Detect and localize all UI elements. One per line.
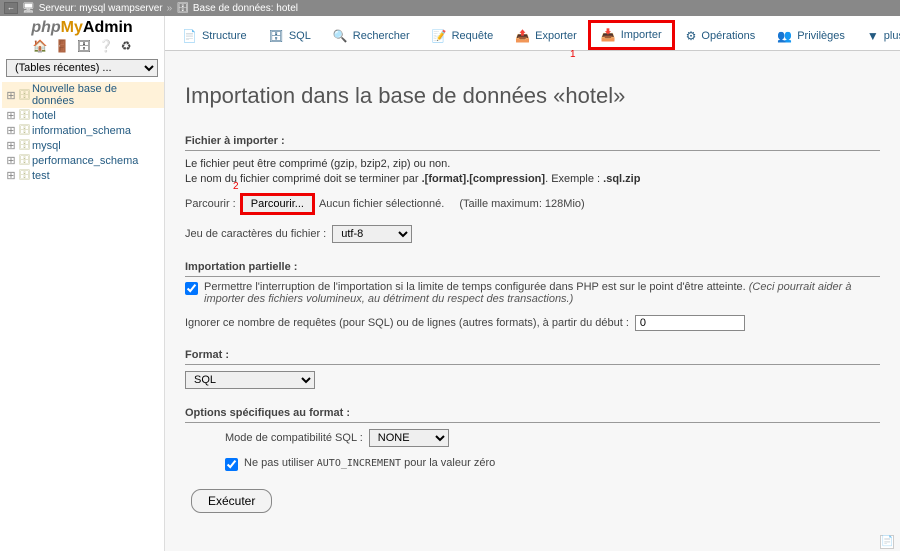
server-breadcrumb: ← 🖥 Serveur: mysql wampserver » 🗄 Base d… bbox=[0, 0, 900, 16]
docs-icon[interactable]: ❔ bbox=[99, 39, 114, 53]
tab-operations-icon: ⚙ bbox=[686, 29, 697, 43]
tab-label: Exporter bbox=[535, 30, 577, 42]
collapse-sidebar-button[interactable]: ← bbox=[4, 2, 18, 14]
charset-label: Jeu de caractères du fichier : bbox=[185, 228, 326, 240]
compat-select[interactable]: NONE bbox=[369, 429, 449, 447]
tab-label: Importer bbox=[621, 29, 662, 41]
tab-operations[interactable]: ⚙ Opérations bbox=[675, 20, 767, 50]
db-icon: 🗄 bbox=[18, 110, 32, 121]
no-file-text: Aucun fichier sélectionné. bbox=[319, 198, 444, 210]
expand-icon[interactable]: ⊞ bbox=[4, 139, 18, 152]
notes-icon[interactable]: 📄 bbox=[880, 535, 894, 549]
tab-label: Opérations bbox=[701, 30, 755, 42]
section-file: Fichier à importer : bbox=[185, 131, 880, 151]
charset-select[interactable]: utf-8 bbox=[332, 225, 412, 243]
allow-interrupt-checkbox[interactable] bbox=[185, 282, 198, 295]
home-icon[interactable]: 🏠 bbox=[32, 39, 47, 53]
tab-import-icon: 📥 bbox=[601, 28, 616, 42]
server-icon: 🖥 bbox=[22, 3, 35, 14]
tab-label: Rechercher bbox=[353, 30, 410, 42]
sidebar-item-performance_schema[interactable]: ⊞🗄performance_schema bbox=[2, 153, 164, 168]
tab-label: Requête bbox=[452, 30, 494, 42]
sidebar-item-label: Nouvelle base de données bbox=[32, 83, 162, 107]
expand-icon[interactable]: ⊞ bbox=[4, 169, 18, 182]
allow-interrupt-label: Permettre l'interruption de l'importatio… bbox=[204, 281, 880, 305]
max-size: (Taille maximum: 128Mio) bbox=[459, 198, 584, 210]
expand-icon[interactable]: ⊞ bbox=[4, 109, 18, 122]
tab-label: SQL bbox=[289, 30, 311, 42]
help-compress: Le fichier peut être comprimé (gzip, bzi… bbox=[185, 151, 880, 189]
db-tree: ⊞🗄Nouvelle base de données⊞🗄hotel⊞🗄infor… bbox=[0, 80, 164, 183]
tab-label: plus bbox=[884, 30, 900, 42]
sidebar-item-hotel[interactable]: ⊞🗄hotel bbox=[2, 108, 164, 123]
annotation-2: 2 bbox=[233, 181, 239, 192]
sidebar-item-label: mysql bbox=[32, 140, 61, 152]
skip-label: Ignorer ce nombre de requêtes (pour SQL)… bbox=[185, 317, 629, 329]
tab-query[interactable]: 📝 Requête bbox=[421, 20, 505, 50]
phpmyadmin-logo[interactable]: phpMyAdmin bbox=[0, 16, 164, 38]
tab-label: Structure bbox=[202, 30, 247, 42]
tab-export[interactable]: 📤 Exporter bbox=[504, 20, 588, 50]
db-icon: 🗄 bbox=[18, 170, 32, 181]
query-icon[interactable]: 🗄 bbox=[76, 39, 91, 53]
tab-sql[interactable]: 🗄 SQL bbox=[258, 20, 322, 50]
db-icon: 🗄 bbox=[18, 155, 32, 166]
page-title: Importation dans la base de données «hot… bbox=[185, 75, 880, 123]
expand-icon[interactable]: ⊞ bbox=[4, 154, 18, 167]
section-format: Format : bbox=[185, 345, 880, 365]
expand-icon[interactable]: ⊞ bbox=[4, 89, 18, 102]
sidebar-item-label: test bbox=[32, 170, 50, 182]
tab-privileges-icon: 👥 bbox=[777, 29, 792, 43]
tab-privileges[interactable]: 👥 Privilèges bbox=[766, 20, 856, 50]
execute-button[interactable]: Exécuter bbox=[191, 489, 272, 513]
tabs: 📄 Structure 🗄 SQL 🔍 Rechercher 📝 Requête 📤 Export… bbox=[165, 16, 900, 51]
db-icon: 🗄 bbox=[18, 140, 32, 151]
tab-search[interactable]: 🔍 Rechercher bbox=[322, 20, 421, 50]
tab-label: Privilèges bbox=[797, 30, 845, 42]
sidebar-item-test[interactable]: ⊞🗄test bbox=[2, 168, 164, 183]
sidebar-item-label: information_schema bbox=[32, 125, 131, 137]
tab-import[interactable]: 📥 Importer bbox=[588, 20, 675, 50]
db-label: Base de données: hotel bbox=[193, 3, 298, 14]
section-options: Options spécifiques au format : bbox=[185, 403, 880, 423]
tab-more[interactable]: ▼ plus bbox=[856, 20, 900, 50]
browse-label: Parcourir : bbox=[185, 198, 236, 210]
expand-icon[interactable]: ⊞ bbox=[4, 124, 18, 137]
no-autoincrement-checkbox[interactable] bbox=[225, 458, 238, 471]
browse-button[interactable]: Parcourir... bbox=[242, 195, 313, 213]
tab-query-icon: 📝 bbox=[432, 29, 447, 43]
sidebar-item-label: hotel bbox=[32, 110, 56, 122]
no-autoincrement-label: Ne pas utiliser AUTO_INCREMENT pour la v… bbox=[244, 457, 495, 469]
sidebar-item-nouvelle-base-de-données[interactable]: ⊞🗄Nouvelle base de données bbox=[2, 82, 164, 108]
tab-structure[interactable]: 📄 Structure bbox=[171, 20, 258, 50]
sidebar-item-label: performance_schema bbox=[32, 155, 138, 167]
db-icon: 🗄 bbox=[176, 3, 189, 14]
db-icon: 🗄 bbox=[18, 125, 32, 136]
tab-search-icon: 🔍 bbox=[333, 29, 348, 43]
compat-label: Mode de compatibilité SQL : bbox=[225, 432, 363, 444]
sidebar-item-mysql[interactable]: ⊞🗄mysql bbox=[2, 138, 164, 153]
tab-sql-icon: 🗄 bbox=[269, 29, 284, 43]
tab-export-icon: 📤 bbox=[515, 29, 530, 43]
format-select[interactable]: SQL bbox=[185, 371, 315, 389]
skip-input[interactable] bbox=[635, 315, 745, 331]
tab-more-icon: ▼ bbox=[867, 29, 879, 43]
logout-icon[interactable]: 🚪 bbox=[54, 39, 69, 53]
server-label: Serveur: mysql wampserver bbox=[39, 3, 163, 14]
db-icon: 🗄 bbox=[18, 90, 32, 101]
reload-icon[interactable]: ♻ bbox=[121, 39, 132, 53]
sidebar-item-information_schema[interactable]: ⊞🗄information_schema bbox=[2, 123, 164, 138]
recent-tables-select[interactable]: (Tables récentes) ... bbox=[6, 59, 158, 77]
section-partial: Importation partielle : bbox=[185, 257, 880, 277]
annotation-1: 1 bbox=[570, 49, 576, 60]
tab-structure-icon: 📄 bbox=[182, 29, 197, 43]
